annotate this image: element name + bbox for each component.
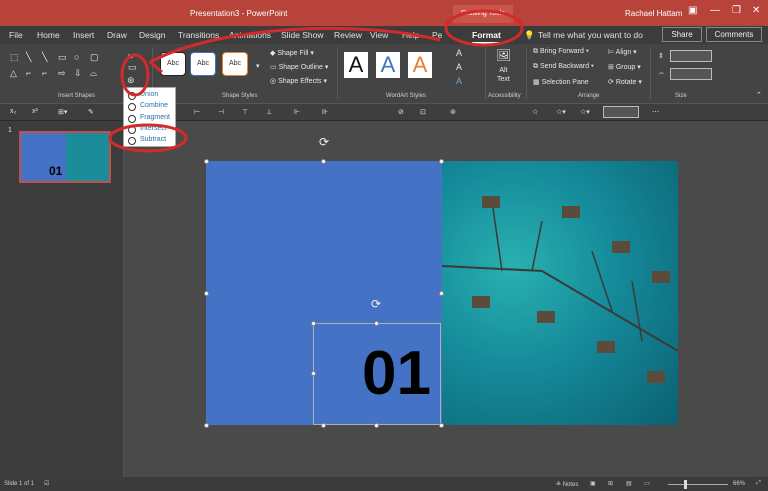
slideshow-view-icon[interactable]: ▭ — [644, 480, 650, 487]
normal-view-icon[interactable]: ▣ — [590, 480, 596, 487]
merge-shapes-circle-annotation — [120, 53, 150, 97]
zoom-level[interactable]: 66% — [733, 481, 745, 487]
notes-label: Notes — [562, 482, 579, 488]
accessibility-check-icon[interactable]: ☑ — [44, 480, 49, 487]
zoom-slider[interactable] — [668, 484, 728, 485]
status-bar: Slide 1 of 1 ☑ ≙ Notes ▣ ⊞ ▤ ▭ 66% ⤢ — [0, 477, 768, 491]
fit-to-window-icon[interactable]: ⤢ — [756, 480, 761, 487]
slide-count: Slide 1 of 1 — [4, 481, 35, 487]
arrow-head-annotation — [149, 53, 166, 74]
subtract-circle-annotation — [108, 123, 188, 153]
notes-button[interactable]: ≙ Notes — [556, 481, 578, 488]
zoom-slider-thumb[interactable] — [684, 480, 687, 489]
reading-view-icon[interactable]: ▤ — [626, 480, 632, 487]
format-tab-circle-annotation — [444, 9, 524, 47]
red-annotation-overlay — [108, 9, 524, 153]
slide-sorter-icon[interactable]: ⊞ — [608, 480, 613, 487]
curved-arrow-annotation — [149, 26, 441, 64]
